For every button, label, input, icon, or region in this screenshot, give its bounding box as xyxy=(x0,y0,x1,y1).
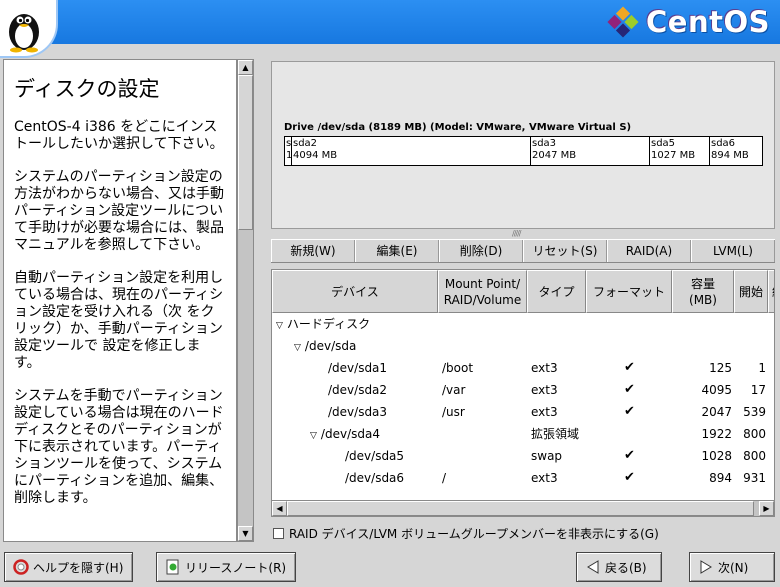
expander-down-icon[interactable]: ▽ xyxy=(294,343,301,353)
help-icon xyxy=(13,559,29,575)
hide-raid-checkbox[interactable]: RAID デバイス/LVM ボリュームグループメンバーを非表示にする(G) xyxy=(273,525,659,542)
centos-wordmark: CentOS xyxy=(646,5,770,39)
drive-partition[interactable]: sda6 894 MB xyxy=(710,137,762,165)
column-device[interactable]: デバイス xyxy=(272,270,438,313)
format-check-icon: ✔ xyxy=(624,360,635,375)
drive-partition[interactable]: sda5 1027 MB xyxy=(650,137,710,165)
arrow-right-icon xyxy=(698,559,714,575)
help-paragraph: 自動パーティション設定を利用している場合は、現在のパーティション設定を受け入れる… xyxy=(14,270,224,372)
format-check-icon: ✔ xyxy=(624,404,635,419)
hide-raid-label: RAID デバイス/LVM ボリュームグループメンバーを非表示にする(G) xyxy=(289,527,659,541)
partition-toolbar: 新規(W) 編集(E) 削除(D) リセット(S) RAID(A) LVM(L) xyxy=(271,239,775,263)
table-row[interactable]: ▽/dev/sda4 拡張領域 1922 800 xyxy=(272,423,774,445)
table-row[interactable]: /dev/sda2 /var ext3 ✔ 4095 17 xyxy=(272,379,774,401)
table-hscrollbar[interactable]: ◀ ▶ xyxy=(271,501,775,517)
raid-button[interactable]: RAID(A) xyxy=(607,240,691,262)
reset-button[interactable]: リセット(S) xyxy=(523,240,607,262)
drive-partition[interactable]: sda2 4094 MB xyxy=(292,137,531,165)
table-group-row[interactable]: ▽/dev/sda xyxy=(272,335,774,357)
column-format[interactable]: フォーマット xyxy=(586,270,672,313)
scroll-thumb[interactable] xyxy=(238,75,253,230)
column-end[interactable]: 終 xyxy=(768,270,774,313)
penguin-icon xyxy=(9,14,39,53)
checkbox-box[interactable] xyxy=(273,528,284,539)
centos-brand: CentOS xyxy=(606,4,770,40)
scroll-up-icon[interactable]: ▲ xyxy=(238,60,253,75)
help-paragraph: システムのパーティション設定の方法がわからない場合、又は手動パーティション設定ツ… xyxy=(14,169,224,254)
edit-button[interactable]: 編集(E) xyxy=(355,240,439,262)
table-group-row[interactable]: ▽ ハードディスク xyxy=(272,313,774,335)
header-bar: CentOS xyxy=(0,0,780,58)
delete-button[interactable]: 削除(D) xyxy=(439,240,523,262)
notes-icon xyxy=(165,559,181,575)
column-mount-point[interactable]: Mount Point/RAID/Volume xyxy=(438,270,527,313)
help-title: ディスクの設定 xyxy=(14,77,160,101)
table-row[interactable]: /dev/sda1 /boot ext3 ✔ 125 1 xyxy=(272,357,774,379)
pane-grip-icon[interactable]: ///// xyxy=(512,229,522,238)
drive-label: Drive /dev/sda (8189 MB) (Model: VMware,… xyxy=(284,122,632,133)
table-header: デバイス Mount Point/RAID/Volume タイプ フォーマット … xyxy=(272,270,774,313)
scroll-thumb[interactable] xyxy=(287,501,754,516)
help-paragraph: CentOS-4 i386 をどこにインストールしたいか選択して下さい。 xyxy=(14,119,224,153)
drive-graph: Drive /dev/sda (8189 MB) (Model: VMware,… xyxy=(271,61,775,229)
scroll-right-icon[interactable]: ▶ xyxy=(759,501,774,516)
group-label: ハードディスク xyxy=(286,317,371,331)
group-label: /dev/sda xyxy=(304,339,357,353)
next-button[interactable]: 次(N) xyxy=(689,552,775,582)
drive-partition[interactable]: s1 xyxy=(285,137,292,165)
arrow-left-icon xyxy=(585,559,601,575)
drive-bar: s1 sda2 4094 MB sda3 2047 MB sda5 1027 MB s… xyxy=(284,136,763,166)
format-check-icon: ✔ xyxy=(624,382,635,397)
lvm-button[interactable]: LVM(L) xyxy=(691,240,775,262)
partition-table: デバイス Mount Point/RAID/Volume タイプ フォーマット … xyxy=(271,269,775,501)
hide-help-button[interactable]: ヘルプを隠す(H) xyxy=(4,552,133,582)
expander-down-icon[interactable]: ▽ xyxy=(310,431,317,441)
drive-partition[interactable]: sda3 2047 MB xyxy=(531,137,650,165)
column-size[interactable]: 容量 (MB) xyxy=(672,270,734,313)
help-scrollbar[interactable]: ▲ ▼ xyxy=(237,59,254,542)
column-start[interactable]: 開始 xyxy=(734,270,768,313)
table-row[interactable]: /dev/sda6 / ext3 ✔ 894 931 xyxy=(272,467,774,489)
help-paragraph: システムを手動でパーティション設定している場合は現在のハードディスクとそのパーテ… xyxy=(14,388,224,507)
help-panel: ディスクの設定 CentOS-4 i386 をどこにインストールしたいか選択して… xyxy=(3,59,237,542)
table-row[interactable]: /dev/sda5 swap ✔ 1028 800 xyxy=(272,445,774,467)
back-button[interactable]: 戻る(B) xyxy=(576,552,662,582)
scroll-down-icon[interactable]: ▼ xyxy=(238,526,253,541)
centos-logo-icon xyxy=(607,6,639,38)
format-check-icon: ✔ xyxy=(624,470,635,485)
tux-logo xyxy=(0,0,58,58)
expander-down-icon[interactable]: ▽ xyxy=(276,321,283,331)
column-type[interactable]: タイプ xyxy=(527,270,586,313)
new-button[interactable]: 新規(W) xyxy=(271,240,355,262)
table-row[interactable]: /dev/sda3 /usr ext3 ✔ 2047 539 xyxy=(272,401,774,423)
scroll-left-icon[interactable]: ◀ xyxy=(272,501,287,516)
format-check-icon: ✔ xyxy=(624,448,635,463)
release-notes-button[interactable]: リリースノート(R) xyxy=(156,552,296,582)
